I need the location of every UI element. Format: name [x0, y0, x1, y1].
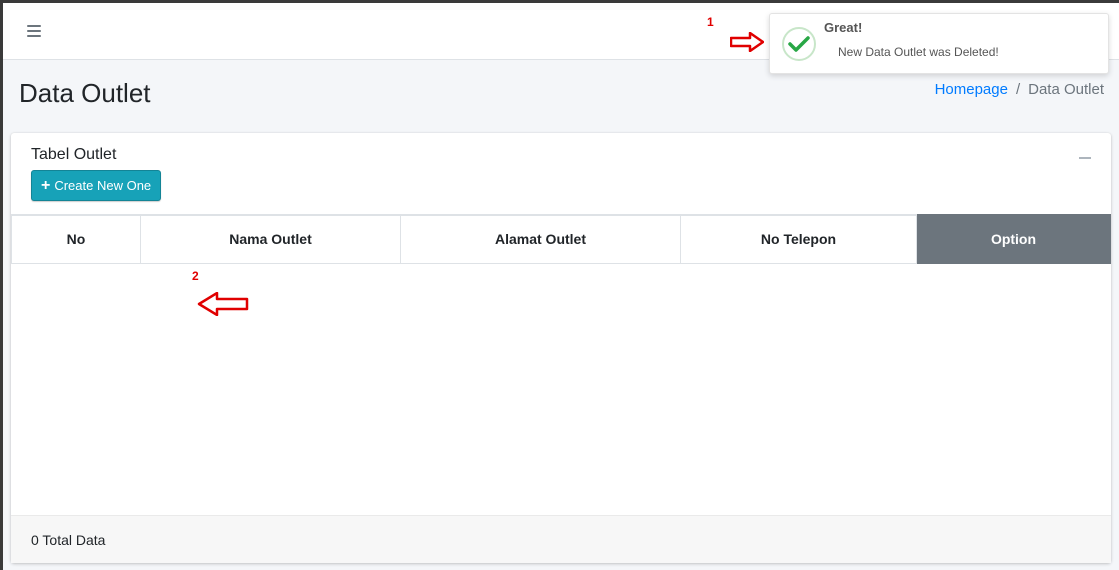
- check-circle-icon: [782, 27, 816, 61]
- success-toast[interactable]: Great! New Data Outlet was Deleted!: [769, 13, 1109, 74]
- hamburger-icon[interactable]: [27, 25, 41, 37]
- right-arrow-icon: [730, 32, 764, 52]
- annotation-label-2: 2: [192, 269, 199, 283]
- column-header-no[interactable]: No: [11, 214, 141, 264]
- outlet-table: No Nama Outlet Alamat Outlet No Telepon …: [11, 214, 1111, 264]
- column-header-nama-outlet[interactable]: Nama Outlet: [140, 214, 401, 264]
- column-header-no-telepon[interactable]: No Telepon: [680, 214, 917, 264]
- toast-message: New Data Outlet was Deleted!: [838, 45, 999, 59]
- breadcrumb-current: Data Outlet: [1028, 81, 1104, 98]
- card-footer: 0 Total Data: [11, 515, 1111, 563]
- page-title: Data Outlet: [19, 78, 151, 108]
- toast-title: Great!: [824, 20, 863, 35]
- create-new-button[interactable]: + Create New One: [31, 170, 162, 201]
- left-arrow-icon: [197, 292, 249, 316]
- table-header-row: No Nama Outlet Alamat Outlet No Telepon …: [11, 214, 1111, 264]
- column-header-option: Option: [916, 214, 1111, 264]
- total-data-count: 0 Total Data: [31, 531, 106, 548]
- column-header-alamat-outlet[interactable]: Alamat Outlet: [400, 214, 681, 264]
- breadcrumb: Homepage / Data Outlet: [935, 81, 1104, 98]
- create-button-label: Create New One: [54, 178, 152, 193]
- outlet-card: Tabel Outlet + Create New One No Nama Ou…: [11, 133, 1111, 563]
- breadcrumb-separator: /: [1015, 81, 1021, 98]
- breadcrumb-home-link[interactable]: Homepage: [935, 81, 1008, 98]
- card-title: Tabel Outlet: [31, 146, 117, 163]
- minus-icon[interactable]: [1079, 157, 1091, 159]
- plus-icon: +: [41, 176, 51, 194]
- annotation-label-1: 1: [707, 15, 714, 29]
